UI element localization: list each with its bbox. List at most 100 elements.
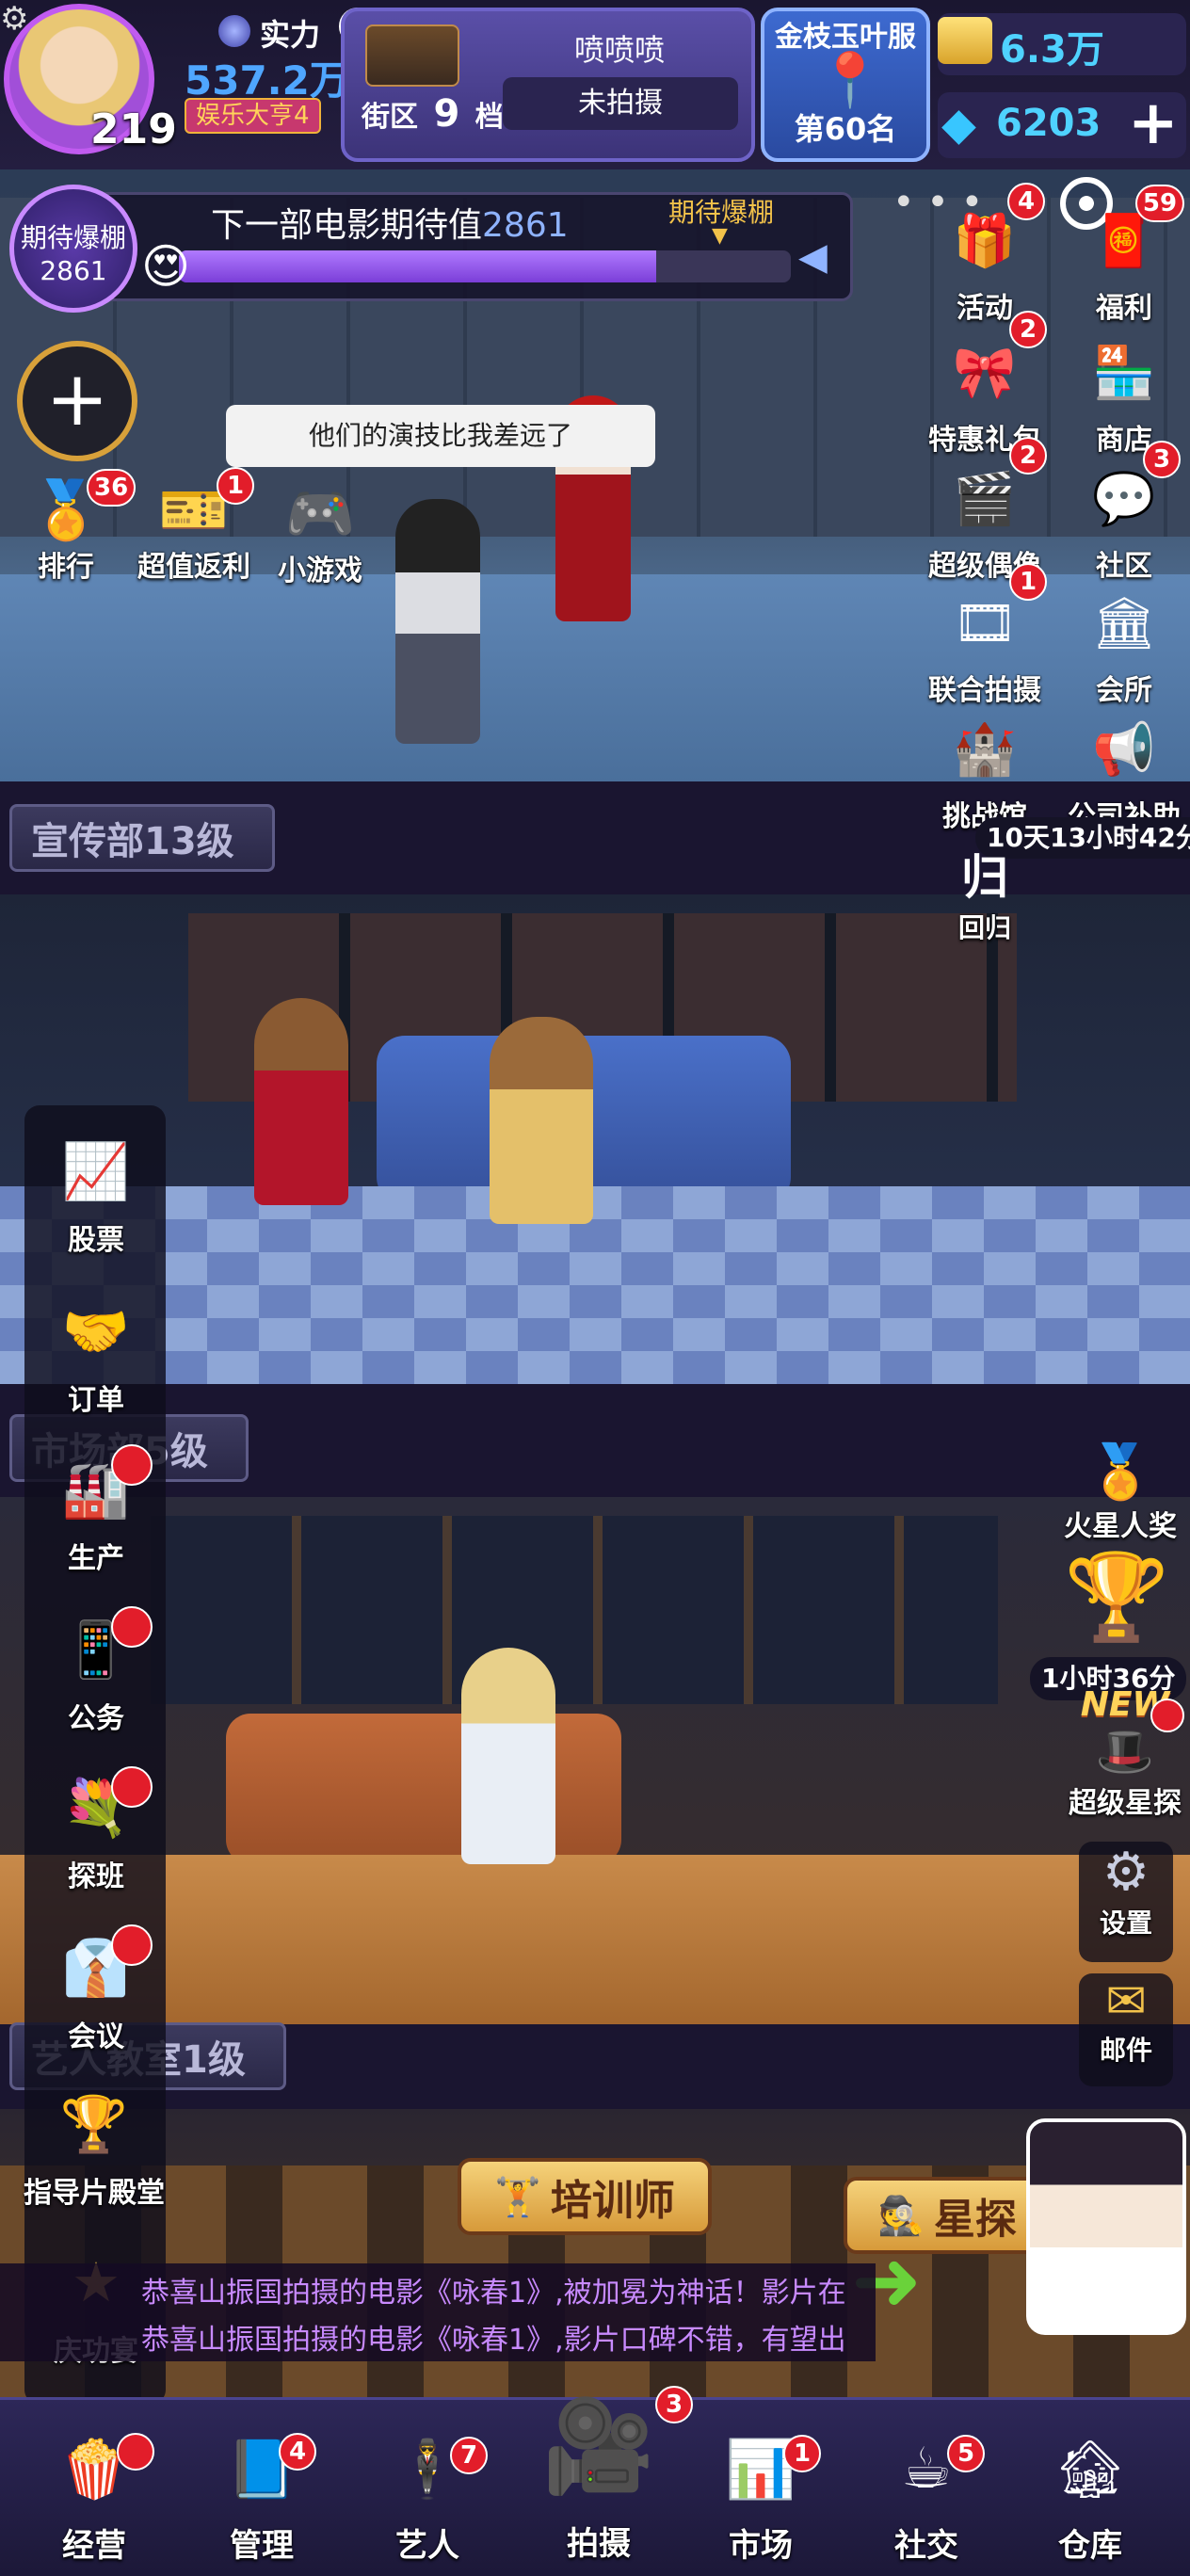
strength-icon	[218, 15, 250, 47]
scout-sign-label: 星探	[933, 2196, 1017, 2244]
actress-gold	[490, 1017, 593, 1224]
mars-award-label: 火星人奖	[1064, 1510, 1177, 1543]
warehouse-icon: 🏚	[1053, 2436, 1127, 2503]
event-badge: 4	[1007, 183, 1045, 220]
diamond-value: 6203	[996, 102, 1102, 145]
film-camera-icon: 🎥	[542, 2392, 655, 2499]
publicity-floor-label[interactable]: 宣传部13级	[9, 804, 275, 872]
nav-shoot[interactable]: 🎥 拍摄	[514, 2354, 683, 2576]
expectation-label: 下一部电影期待值	[211, 206, 483, 245]
super-idol-badge: 2	[1009, 437, 1047, 475]
megaphone-icon: 📢	[1092, 719, 1156, 779]
rebate-badge: 1	[217, 467, 254, 505]
gear-icon: ⚙	[1102, 1842, 1150, 1903]
nav-social[interactable]: ☕ 社交	[842, 2397, 1011, 2576]
club-label: 会所	[1096, 674, 1152, 707]
challenge-hall-button[interactable]: 🏰 挑战馆	[928, 708, 1041, 834]
rebate-label: 超值返利	[137, 551, 250, 584]
return-icon: 归	[961, 850, 1008, 905]
return-label: 回归	[957, 912, 1011, 943]
player-level: 219	[90, 105, 177, 153]
award-statue-icon: 🏅	[1087, 1441, 1153, 1503]
guide-hall-button[interactable]: 🏆 指导片殿堂	[9, 2079, 179, 2211]
gold-value: 6.3万	[1000, 28, 1104, 72]
settings-button[interactable]: ⚙ 设置	[1079, 1842, 1173, 1962]
meeting-dot	[111, 1924, 153, 1966]
orders-button[interactable]: 🤝 订单	[30, 1286, 162, 1418]
nav-operate[interactable]: 🍿 经营	[9, 2397, 179, 2576]
expectation-badge[interactable]: 期待爆棚 2861	[9, 185, 137, 313]
guide-hall-label: 指导片殿堂	[24, 2177, 165, 2210]
district-unit: 档	[474, 101, 504, 134]
expectation-badge-value: 2861	[40, 255, 107, 286]
district-name: 喷喷喷	[573, 32, 665, 68]
district-status: 未拍摄	[503, 77, 738, 130]
nav-shoot-label: 拍摄	[567, 2525, 631, 2563]
expectation-fill	[179, 250, 656, 282]
return-button[interactable]: 归 回归	[947, 840, 1022, 945]
co-shoot-button[interactable]: 🎞 联合拍摄	[928, 582, 1041, 708]
co-shoot-label: 联合拍摄	[928, 674, 1041, 707]
scout-hat-icon: 🎩	[1095, 1724, 1155, 1779]
market-windows	[151, 1516, 998, 1704]
settings-gear-icon[interactable]: ⚙	[0, 0, 28, 38]
welfare-label: 福利	[1096, 292, 1152, 325]
minigame-button[interactable]: 🎮 小游戏	[264, 480, 377, 588]
actress-red	[254, 998, 348, 1205]
market-room	[0, 1497, 1190, 2024]
expectation-track	[179, 250, 791, 282]
speech-bubble: 他们的演技比我差远了	[226, 405, 655, 467]
nav-social-badge: 5	[947, 2435, 985, 2472]
nav-market[interactable]: 📊 市场	[676, 2397, 845, 2576]
trophy-icon[interactable]: 🏆	[1064, 1548, 1169, 1647]
clubhouse-icon: 🏛	[1091, 593, 1157, 652]
dumbbell-icon: 🏋	[494, 2175, 541, 2219]
scout-dot	[1150, 1699, 1184, 1732]
gamepad-icon: 🎮	[284, 481, 356, 547]
stock-chart-icon: 📈	[61, 1138, 131, 1203]
mars-award-button[interactable]: 🏅 火星人奖	[1054, 1441, 1186, 1544]
super-scout-label: 超级星探	[1069, 1787, 1182, 1820]
stocks-button[interactable]: 📈 股票	[30, 1126, 162, 1258]
title-tag: 娱乐大亨4	[185, 98, 321, 134]
visit-label: 探班	[68, 1860, 124, 1893]
gold-statue-icon: 🏆	[59, 2091, 129, 2156]
district-rank: 街区 9 档	[362, 92, 504, 136]
nav-manage-badge: 4	[279, 2433, 316, 2471]
co-shoot-badge: 1	[1009, 563, 1047, 601]
affairs-dot	[111, 1606, 153, 1648]
castle-icon: 🏰	[953, 719, 1017, 779]
club-button[interactable]: 🏛 会所	[1068, 582, 1181, 708]
diamond-icon: ◆	[941, 98, 976, 151]
expectation-value: 2861	[482, 206, 569, 245]
settings-label: 设置	[1099, 1908, 1152, 1939]
emoji-face-icon: 😍	[141, 239, 191, 294]
nav-operate-label: 经营	[62, 2527, 126, 2565]
expectation-text: 下一部电影期待值2861	[211, 198, 569, 247]
ranking-label: 排行	[38, 551, 94, 584]
nav-manage[interactable]: 📘 管理	[177, 2397, 346, 2576]
news-ticker: 恭喜山振国拍摄的电影《咏春1》,被加冕为神话！影片在 恭喜山振国拍摄的电影《咏春…	[0, 2263, 876, 2361]
add-diamond-button[interactable]: +	[1128, 90, 1179, 156]
subsidy-button[interactable]: 📢 公司补助	[1068, 708, 1181, 834]
wood-floor	[0, 1855, 1190, 2024]
ticker-line-2: 恭喜山振国拍摄的电影《咏春1》,影片口碑不错，有望出	[141, 2324, 846, 2357]
handshake-icon: 🤝	[61, 1298, 131, 1363]
trainer-sign[interactable]: 🏋 培训师	[458, 2158, 712, 2235]
mail-button[interactable]: ✉ 邮件	[1079, 1973, 1173, 2086]
guide-character[interactable]	[1026, 2118, 1186, 2335]
production-label: 生产	[68, 1542, 124, 1575]
district-number: 9	[433, 92, 460, 136]
nav-operate-dot	[117, 2433, 154, 2471]
add-button[interactable]: +	[17, 341, 137, 461]
shop-button[interactable]: 🏪 商店	[1068, 331, 1181, 458]
nav-artists-badge: 7	[450, 2437, 488, 2474]
nav-artists[interactable]: 🕴 艺人	[343, 2397, 512, 2576]
collapse-arrow-icon[interactable]: ◀	[798, 235, 828, 279]
welfare-badge: 59	[1135, 185, 1184, 222]
gift-pack-badge: 2	[1009, 311, 1047, 348]
orders-label: 订单	[68, 1384, 124, 1417]
nav-warehouse[interactable]: 🏚 仓库	[1005, 2397, 1175, 2576]
publicity-room	[0, 894, 1190, 1384]
envelope-icon: ✉	[1105, 1973, 1147, 2030]
